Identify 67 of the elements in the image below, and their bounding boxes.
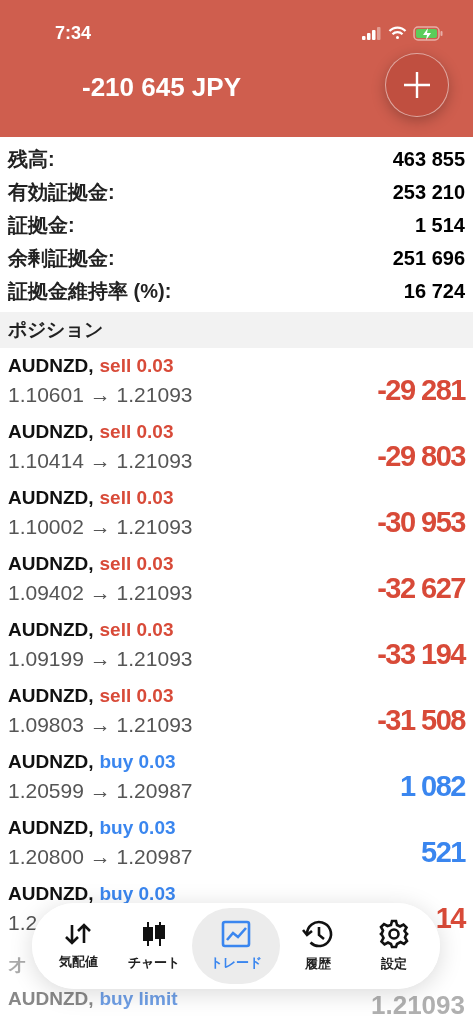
- position-profit: 521: [421, 835, 465, 869]
- position-prices: 1.2: [8, 911, 38, 935]
- position-symbol: AUDNZD,: [8, 619, 94, 641]
- position-prices: 1.10002 → 1.21093: [8, 515, 193, 539]
- position-side: buy 0.03: [99, 817, 176, 839]
- summary-label: 証拠金:: [8, 213, 75, 238]
- history-icon: [301, 919, 334, 949]
- section-header: オ: [8, 953, 27, 977]
- position-prices: 1.10414 → 1.21093: [8, 449, 193, 473]
- summary-value: 251 696: [392, 247, 465, 270]
- position-symbol: AUDNZD,: [8, 751, 94, 773]
- balance-title: -210 645 JPY: [82, 72, 241, 103]
- position-prices: 1.09402 → 1.21093: [8, 581, 193, 605]
- signal-icon: [362, 26, 382, 40]
- position-symbol: AUDNZD,: [8, 355, 94, 377]
- position-symbol: AUDNZD,: [8, 883, 94, 905]
- position-prices: 1.10601 → 1.21093: [8, 383, 193, 407]
- position-symbol: AUDNZD,: [8, 553, 94, 575]
- position-side: sell 0.03: [99, 421, 174, 443]
- position-prices: 1.20599 → 1.20987: [8, 779, 193, 803]
- order-price: 1.21093: [371, 990, 465, 1021]
- position-symbol: AUDNZD,: [8, 685, 94, 707]
- add-button[interactable]: [385, 52, 449, 117]
- position-side: buy 0.03: [99, 883, 176, 905]
- tab[interactable]: 気配値: [40, 908, 117, 984]
- position-profit: 14: [435, 901, 465, 935]
- position-prices: 1.20800 → 1.20987: [8, 845, 193, 869]
- summary-label: 余剰証拠金:: [8, 246, 115, 271]
- candlestick-icon: [142, 920, 167, 948]
- status-time: 7:34: [55, 22, 92, 44]
- summary-label: 残高:: [8, 147, 55, 172]
- position-profit: -29 281: [377, 373, 465, 407]
- summary-value: 16 724: [403, 280, 465, 303]
- line-chart-icon: [221, 920, 251, 948]
- summary-label: 有効証拠金:: [8, 180, 115, 205]
- position-profit: -29 803: [377, 439, 465, 473]
- summary-value: 253 210: [392, 181, 465, 204]
- position-symbol: AUDNZD,: [8, 817, 94, 839]
- plus-icon: [403, 70, 431, 99]
- settings-icon: [378, 919, 409, 949]
- position-profit: -32 627: [377, 571, 465, 605]
- position-symbol: AUDNZD,: [8, 487, 94, 509]
- position-side: buy 0.03: [99, 751, 176, 773]
- position-prices: 1.09803 → 1.21093: [8, 713, 193, 737]
- order-symbol: AUDNZD,: [8, 988, 94, 1010]
- tab[interactable]: 履歴: [279, 908, 356, 984]
- position-side: sell 0.03: [99, 355, 174, 377]
- position-side: sell 0.03: [99, 619, 174, 641]
- position-symbol: AUDNZD,: [8, 421, 94, 443]
- section-header: ポジション: [8, 318, 103, 342]
- position-profit: -30 953: [377, 505, 465, 539]
- position-side: sell 0.03: [99, 553, 174, 575]
- position-prices: 1.09199 → 1.21093: [8, 647, 193, 671]
- battery-charging-icon: [413, 25, 443, 41]
- tab[interactable]: 設定: [355, 908, 432, 984]
- summary-label: 証拠金維持率 (%):: [8, 279, 172, 304]
- arrows-up-down-icon: [63, 921, 93, 947]
- wifi-icon: [388, 26, 407, 40]
- position-profit: -31 508: [377, 703, 465, 737]
- tab[interactable]: チャート: [116, 908, 193, 984]
- position-side: sell 0.03: [99, 685, 174, 707]
- summary-value: 1 514: [414, 214, 465, 237]
- position-profit: 1 082: [399, 769, 465, 803]
- position-side: sell 0.03: [99, 487, 174, 509]
- summary-value: 463 855: [392, 148, 465, 171]
- order-side: buy limit: [99, 988, 178, 1010]
- position-profit: -33 194: [377, 637, 465, 671]
